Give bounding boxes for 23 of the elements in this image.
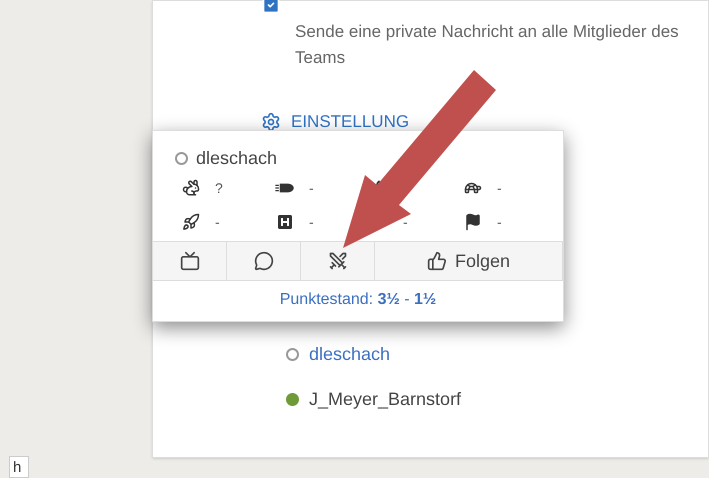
stat-value: - — [215, 212, 220, 232]
player-name[interactable]: dleschach — [196, 144, 278, 172]
settings-icon — [261, 112, 281, 132]
thumbs-up-icon — [426, 251, 447, 271]
speech-bubble-icon — [254, 251, 274, 271]
stat-value: - — [309, 178, 314, 198]
tv-icon — [180, 251, 200, 271]
member-name: J_Meyer_Barnstorf — [309, 388, 462, 411]
score-text: Punktestand: 3½ - 1½ — [280, 290, 436, 310]
crossed-swords-icon — [328, 251, 348, 271]
stat-value: - — [497, 178, 502, 198]
hospital-icon — [277, 214, 293, 230]
stat-value: ? — [215, 178, 223, 198]
rocket-icon — [182, 213, 200, 231]
bullet-icon — [274, 181, 296, 195]
member-name[interactable]: dleschach — [309, 341, 390, 368]
stat-value: - — [309, 212, 314, 232]
message-description: Sende eine private Nachricht an alle Mitglieder des Teams — [295, 21, 680, 69]
page-tab[interactable]: h — [9, 456, 29, 478]
rabbit-icon — [182, 179, 200, 197]
stat-value: - — [497, 212, 502, 232]
stat-value: - — [403, 212, 408, 232]
flag-icon — [464, 213, 482, 231]
